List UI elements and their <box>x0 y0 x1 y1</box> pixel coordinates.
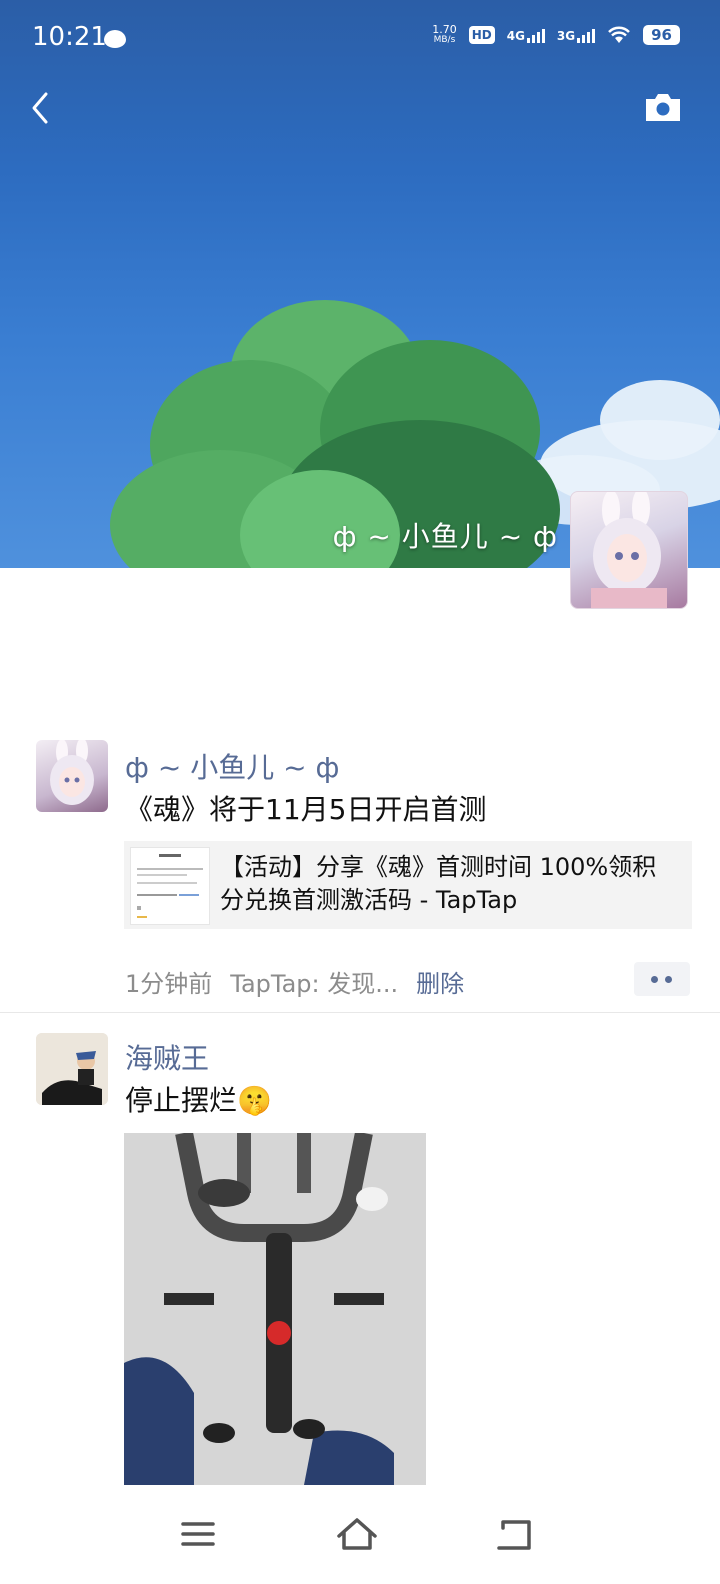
sim1-label: 4G <box>506 29 525 43</box>
shared-link-card[interactable]: 【活动】分享《魂》首测时间 100%领积分兑换首测激活码 - TapTap <box>124 841 692 929</box>
home-icon[interactable] <box>327 1508 387 1560</box>
link-title: 【活动】分享《魂》首测时间 100%领积分兑换首测激活码 - TapTap <box>220 853 657 914</box>
moment-post: ф ~ 小鱼儿 ~ ф 《魂》将于11月5日开启首测 【活动】分享《魂》首测时间… <box>0 740 720 1012</box>
camera-icon[interactable] <box>644 90 682 124</box>
net-speed-value: 1.70 <box>432 23 457 36</box>
signal-sim1-icon: 4G <box>507 27 545 43</box>
avatar-illustration <box>591 492 667 608</box>
post-photo[interactable] <box>124 1133 426 1485</box>
post-time: 1分钟前 <box>125 970 213 998</box>
post-meta: 1分钟前 TapTap: 发现... 删除 <box>125 964 464 999</box>
avatar[interactable] <box>36 740 108 812</box>
back-icon[interactable] <box>24 88 64 128</box>
avatar-illustration <box>36 1033 108 1105</box>
cover-nickname: ф ~ 小鱼儿 ~ ф <box>332 520 558 553</box>
link-thumbnail <box>130 847 210 925</box>
avatar-illustration <box>50 740 94 805</box>
return-icon[interactable] <box>485 1508 545 1560</box>
hd-icon: HD <box>468 26 495 44</box>
post-author[interactable]: 海贼王 <box>125 1037 209 1077</box>
cloud <box>600 380 720 460</box>
status-indicators: 1.70 MB/s HD 4G 3G 96 <box>432 24 680 46</box>
delete-button[interactable]: 删除 <box>416 964 464 999</box>
sim2-label: 3G <box>556 29 576 43</box>
wifi-icon <box>608 26 631 43</box>
menu-icon[interactable] <box>168 1508 228 1560</box>
profile-avatar[interactable] <box>570 491 688 609</box>
cover-image[interactable]: ф ~ 小鱼儿 ~ ф <box>0 0 720 568</box>
moment-post: 海贼王 停止摆烂🤫 <box>0 1033 720 1493</box>
post-source[interactable]: TapTap: 发现... <box>230 964 398 999</box>
battery-icon: 96 <box>643 25 680 45</box>
system-nav-bar <box>0 1490 720 1584</box>
net-speed-unit: MB/s <box>433 35 456 45</box>
status-time: 10:21 <box>32 22 107 52</box>
net-speed: 1.70 MB/s <box>432 24 457 46</box>
avatar[interactable] <box>36 1033 108 1105</box>
thumbnail-preview <box>137 854 203 918</box>
post-text: 停止摆烂🤫 <box>125 1084 272 1117</box>
post-author[interactable]: ф ~ 小鱼儿 ~ ф <box>125 746 339 786</box>
divider <box>0 1012 720 1013</box>
more-icon[interactable] <box>634 962 690 996</box>
signal-sim2-icon: 3G <box>556 27 596 43</box>
post-text: 《魂》将于11月5日开启首测 <box>125 793 487 826</box>
status-bar: 10:21 1.70 MB/s HD 4G 3G 96 <box>0 0 720 80</box>
photo-exercise-bike <box>124 1133 426 1485</box>
message-icon <box>104 30 126 48</box>
